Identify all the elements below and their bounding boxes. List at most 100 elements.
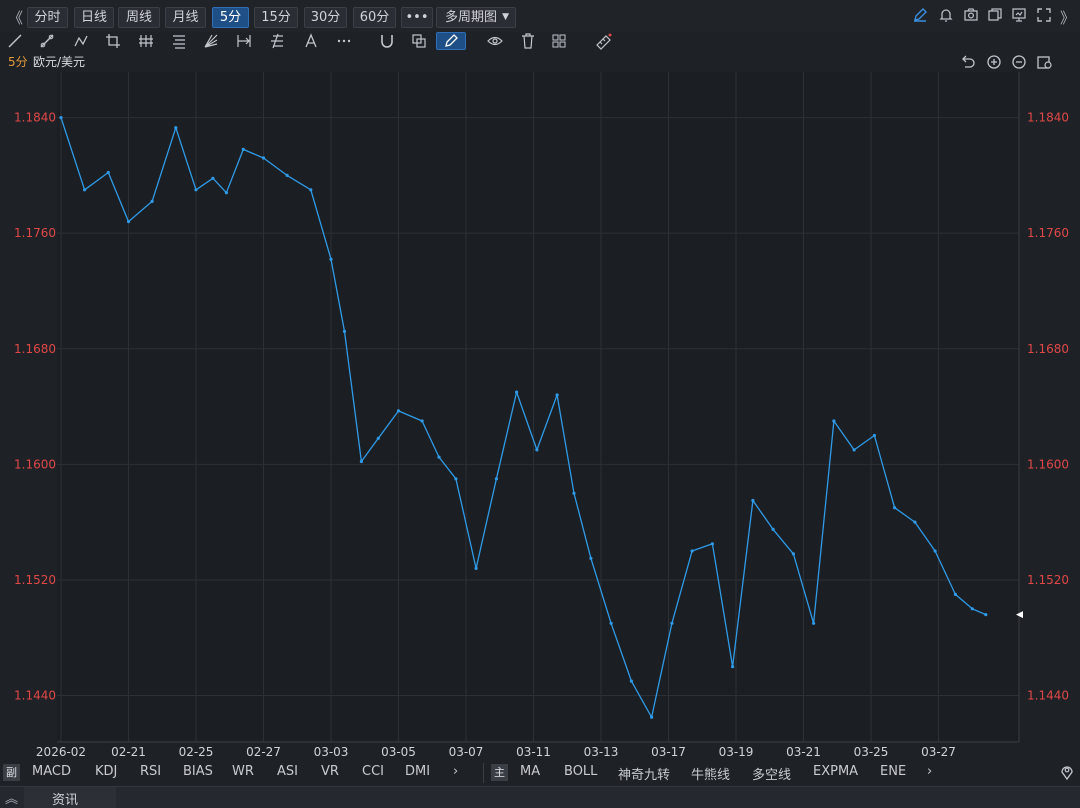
main-indicator-2[interactable]: BOLL [564, 764, 597, 779]
x-tick-label: 03-05 [381, 745, 416, 759]
brush-tool-button[interactable] [436, 32, 466, 50]
pitchfork-icon[interactable] [268, 32, 286, 50]
layers-icon[interactable] [410, 32, 428, 50]
sub-indicator-rsi[interactable]: RSI [140, 764, 161, 779]
collapse-right-icon[interactable]: 》 [1060, 7, 1075, 28]
price-point [751, 498, 755, 503]
multi-period-label: 多周期图 [445, 10, 498, 25]
pencil-icon[interactable] [912, 7, 928, 23]
period-button-1[interactable]: 分时 [27, 7, 68, 28]
expand-up-icon[interactable]: ︽ [5, 788, 18, 807]
price-chart[interactable]: 1.1840 1.1840 1.1760 1.1760 1.1680 1.1680 1.16… [0, 72, 1080, 760]
price-point [106, 170, 110, 175]
eye-icon[interactable] [486, 32, 504, 50]
sub-indicator-next-icon[interactable]: › [453, 764, 458, 779]
y-tick-label-left: 1.1840 [14, 111, 56, 125]
price-point [629, 679, 634, 683]
sub-indicator-kdj[interactable]: KDJ [95, 764, 117, 779]
crop-tool-icon[interactable] [104, 32, 122, 50]
y-tick-label-right: 1.1760 [1027, 226, 1069, 240]
y-tick-label-left: 1.1600 [14, 457, 56, 471]
price-point [650, 715, 654, 719]
text-tool-icon[interactable] [302, 32, 320, 50]
main-indicator-next-icon[interactable]: › [927, 764, 932, 779]
parallel-channel-icon[interactable] [137, 32, 155, 50]
collapse-left-icon[interactable]: 《 [8, 7, 23, 28]
price-point [690, 549, 694, 553]
price-point [984, 613, 988, 617]
price-point [150, 199, 154, 203]
period-button-5[interactable]: 5分 [212, 7, 249, 28]
main-indicator-6[interactable]: EXPMA [813, 764, 858, 779]
settings-icon[interactable] [1036, 54, 1052, 70]
period-button-8[interactable]: 60分 [353, 7, 396, 28]
news-label: 资讯 [52, 793, 79, 808]
polyline-tool-icon[interactable] [72, 32, 90, 50]
sub-indicator-asi[interactable]: ASI [277, 764, 298, 779]
price-point [771, 527, 775, 531]
period-button-3[interactable]: 周线 [118, 7, 160, 28]
price-point [572, 491, 576, 495]
sub-indicator-macd[interactable]: MACD [32, 764, 71, 779]
news-bar: ︽ 资讯 [0, 786, 1080, 808]
x-tick-label: 2026-02 [36, 745, 86, 759]
magnet-icon[interactable] [378, 32, 396, 50]
x-tick-label: 03-25 [854, 745, 889, 759]
drawing-toolbar [0, 32, 1080, 52]
sub-indicator-wr[interactable]: WR [232, 764, 254, 779]
main-indicator-tag: 主 [491, 764, 508, 781]
main-indicator-7[interactable]: ENE [880, 764, 906, 779]
ruler-icon[interactable] [595, 32, 613, 50]
period-button-7[interactable]: 30分 [304, 7, 347, 28]
sub-indicator-dmi[interactable]: DMI [405, 764, 430, 779]
y-tick-label-left: 1.1680 [14, 342, 56, 356]
price-point [437, 455, 441, 459]
sub-indicator-vr[interactable]: VR [321, 764, 339, 779]
sub-indicator-cci[interactable]: CCI [362, 764, 384, 779]
zoom-in-icon[interactable] [986, 54, 1002, 70]
more-periods-button[interactable]: ••• [401, 7, 433, 28]
main-indicator-4[interactable]: 牛熊线 [691, 764, 730, 783]
price-point [832, 419, 836, 423]
more-tools-icon[interactable] [335, 32, 353, 50]
gann-fan-icon[interactable] [202, 32, 220, 50]
price-point [670, 621, 674, 625]
line-tool-icon[interactable] [6, 32, 24, 50]
period-button-4[interactable]: 月线 [165, 7, 206, 28]
y-tick-label-right: 1.1600 [1027, 457, 1069, 471]
price-point [126, 220, 131, 224]
x-tick-label: 03-03 [314, 745, 349, 759]
x-tick-label: 03-13 [584, 745, 619, 759]
multi-period-dropdown[interactable]: 多周期图 ▼ [436, 7, 516, 28]
x-tick-label: 03-19 [719, 745, 754, 759]
period-button-2[interactable]: 日线 [74, 7, 114, 28]
copy-icon[interactable] [987, 7, 1003, 23]
x-tick-label: 03-17 [651, 745, 686, 759]
zoom-out-icon[interactable] [1011, 54, 1027, 70]
price-point [454, 477, 458, 481]
main-indicator-1[interactable]: MA [520, 764, 540, 779]
bell-icon[interactable] [938, 7, 954, 23]
undo-icon[interactable] [960, 54, 976, 70]
group-icon[interactable] [550, 32, 568, 50]
fib-retracement-icon[interactable] [170, 32, 188, 50]
price-point [211, 176, 215, 180]
main-indicator-5[interactable]: 多空线 [752, 764, 791, 783]
main-indicator-3[interactable]: 神奇九转 [618, 764, 670, 783]
range-tool-icon[interactable] [235, 32, 253, 50]
camera-icon[interactable] [963, 7, 979, 23]
chevron-down-icon: ▼ [502, 12, 509, 22]
price-point [515, 390, 519, 394]
monitor-icon[interactable] [1011, 7, 1027, 23]
x-tick-label: 02-21 [111, 745, 146, 759]
period-button-6[interactable]: 15分 [254, 7, 298, 28]
fullscreen-icon[interactable] [1036, 7, 1052, 23]
y-tick-label-left: 1.1760 [14, 226, 56, 240]
location-pin-icon[interactable] [1058, 763, 1076, 781]
sub-indicator-bias[interactable]: BIAS [183, 764, 213, 779]
price-point [933, 549, 937, 553]
plot-area [57, 72, 1019, 740]
price-point [83, 188, 87, 192]
ray-tool-icon[interactable] [38, 32, 56, 50]
trash-icon[interactable] [519, 32, 537, 50]
